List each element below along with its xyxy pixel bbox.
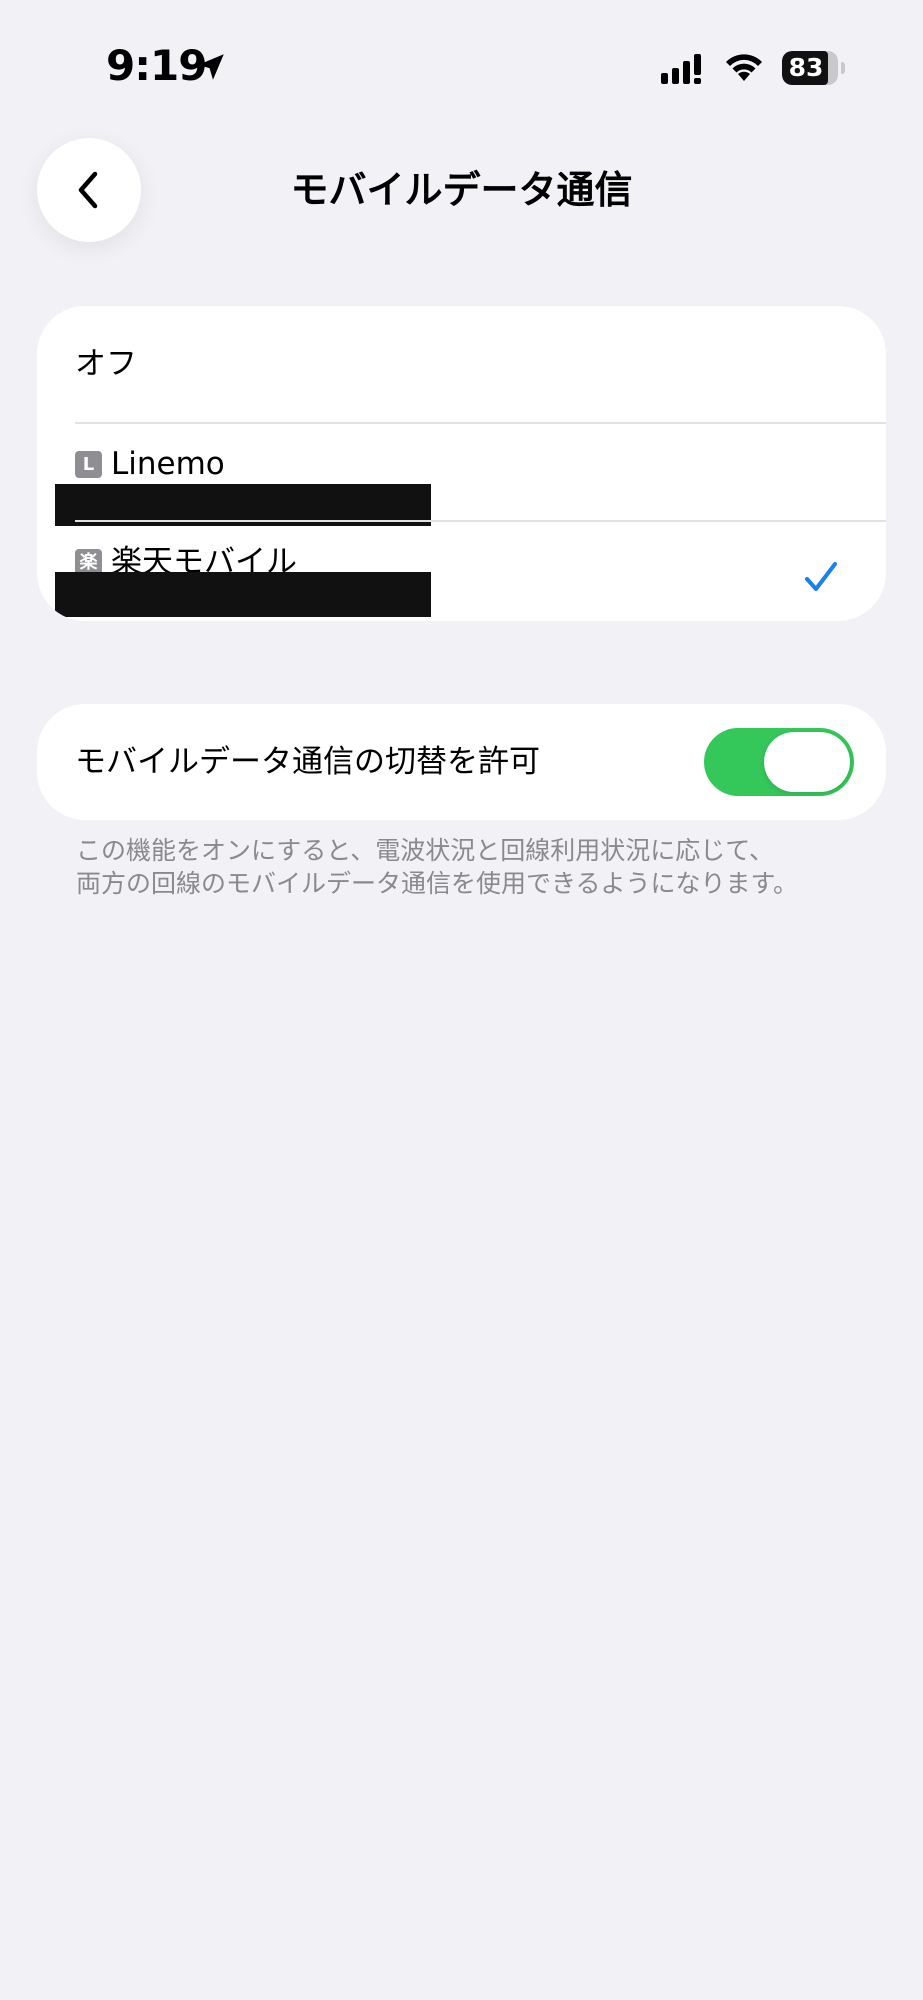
option-linemo[interactable]: L Linemo bbox=[37, 422, 886, 526]
data-switching-row: モバイルデータ通信の切替を許可 bbox=[37, 704, 886, 820]
data-switching-toggle[interactable] bbox=[704, 728, 854, 796]
description-line: 両方の回線のモバイルデータ通信を使用できるようになります。 bbox=[76, 869, 799, 898]
carrier-selection-list: オフ L Linemo 楽 楽天モバイル bbox=[37, 306, 886, 621]
carrier-name-linemo: Linemo bbox=[111, 446, 225, 482]
back-button[interactable] bbox=[37, 138, 141, 242]
location-arrow-icon bbox=[198, 54, 224, 80]
battery-percentage: 83 bbox=[788, 53, 824, 82]
battery-icon: 83 bbox=[782, 51, 845, 85]
data-switching-description: この機能をオンにすると、電波状況と回線利用状況に応じて、 両方の回線のモバイルデ… bbox=[76, 834, 876, 900]
sim-badge-linemo: L bbox=[75, 451, 102, 478]
chevron-left-icon bbox=[78, 171, 98, 209]
page-title: モバイルデータ通信 bbox=[290, 168, 633, 212]
checkmark-icon bbox=[805, 562, 837, 591]
option-off-label: オフ bbox=[75, 346, 137, 382]
option-off[interactable]: オフ bbox=[37, 306, 886, 422]
cellular-signal-icon bbox=[661, 54, 701, 84]
data-switching-label: モバイルデータ通信の切替を許可 bbox=[75, 744, 540, 780]
redacted-phone-number bbox=[55, 572, 431, 617]
option-rakuten-mobile[interactable]: 楽 楽天モバイル bbox=[37, 520, 886, 621]
wifi-icon bbox=[726, 54, 762, 81]
description-line: この機能をオンにすると、電波状況と回線利用状況に応じて、 bbox=[76, 836, 775, 865]
toggle-knob bbox=[764, 732, 850, 792]
status-time: 9:19 bbox=[106, 41, 207, 90]
